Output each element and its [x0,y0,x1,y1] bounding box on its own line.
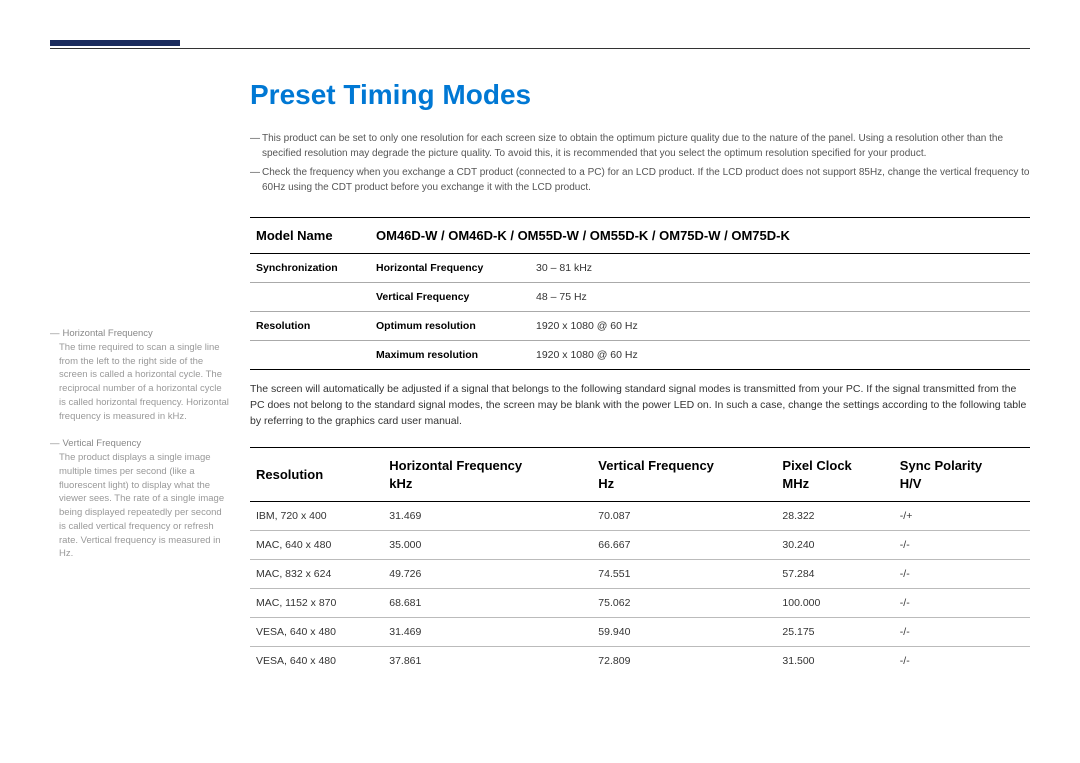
sidebar-hf-note: ―Horizontal Frequency The time required … [50,327,230,423]
spec-row: Synchronization Horizontal Frequency 30 … [250,254,1030,283]
table-row: MAC, 1152 x 87068.68175.062100.000-/- [250,589,1030,618]
dash-icon: ― [250,165,262,195]
maxres-label: Maximum resolution [370,341,530,370]
table-cell: 74.551 [592,560,776,589]
dash-icon: ― [50,328,60,339]
table-cell: 75.062 [592,589,776,618]
sidebar-vf-title: Vertical Frequency [63,438,142,449]
model-name-value: OM46D-W / OM46D-K / OM55D-W / OM55D-K / … [370,218,1030,254]
header-rule [50,48,1030,49]
table-cell: 31.469 [383,618,592,647]
table-cell: 57.284 [776,560,893,589]
table-cell: 35.000 [383,531,592,560]
table-cell: 30.240 [776,531,893,560]
hfreq-label: Horizontal Frequency [370,254,530,283]
timing-header-row: Resolution Horizontal FrequencykHz Verti… [250,448,1030,502]
spec-table: Model Name OM46D-W / OM46D-K / OM55D-W /… [250,217,1030,370]
vfreq-label: Vertical Frequency [370,283,530,312]
spec-row: Vertical Frequency 48 – 75 Hz [250,283,1030,312]
vfreq-value: 48 – 75 Hz [530,283,1030,312]
optres-label: Optimum resolution [370,312,530,341]
note-item: ― Check the frequency when you exchange … [250,165,1030,195]
table-cell: VESA, 640 x 480 [250,618,383,647]
th-sync: Sync PolarityH/V [894,448,1030,502]
table-cell: -/- [894,560,1030,589]
blank-cell [250,283,370,312]
table-cell: -/- [894,589,1030,618]
table-cell: VESA, 640 x 480 [250,647,383,676]
table-cell: 66.667 [592,531,776,560]
note-text: Check the frequency when you exchange a … [262,165,1030,195]
hfreq-value: 30 – 81 kHz [530,254,1030,283]
note-item: ― This product can be set to only one re… [250,131,1030,161]
page-content: ―Horizontal Frequency The time required … [50,79,1030,675]
table-cell: 68.681 [383,589,592,618]
table-cell: IBM, 720 x 400 [250,502,383,531]
optres-value: 1920 x 1080 @ 60 Hz [530,312,1030,341]
sidebar-hf-body: The time required to scan a single line … [50,341,230,424]
dash-icon: ― [250,131,262,161]
main-content: Preset Timing Modes ― This product can b… [250,79,1030,675]
table-cell: -/+ [894,502,1030,531]
spec-row: Resolution Optimum resolution 1920 x 108… [250,312,1030,341]
res-label: Resolution [250,312,370,341]
th-vfreq: Vertical FrequencyHz [592,448,776,502]
dash-icon: ― [50,438,60,449]
page-title: Preset Timing Modes [250,79,1030,111]
table-row: MAC, 640 x 48035.00066.66730.240-/- [250,531,1030,560]
sidebar-vf-body: The product displays a single image mult… [50,451,230,561]
sidebar-notes: ―Horizontal Frequency The time required … [50,79,230,675]
maxres-value: 1920 x 1080 @ 60 Hz [530,341,1030,370]
table-cell: MAC, 640 x 480 [250,531,383,560]
th-pclk: Pixel ClockMHz [776,448,893,502]
model-name-label: Model Name [250,218,370,254]
table-cell: MAC, 1152 x 870 [250,589,383,618]
table-cell: -/- [894,647,1030,676]
th-resolution: Resolution [250,448,383,502]
table-cell: -/- [894,618,1030,647]
table-cell: 72.809 [592,647,776,676]
table-cell: 59.940 [592,618,776,647]
spec-header-row: Model Name OM46D-W / OM46D-K / OM55D-W /… [250,218,1030,254]
mid-description: The screen will automatically be adjuste… [250,382,1030,429]
timing-table: Resolution Horizontal FrequencykHz Verti… [250,447,1030,675]
table-row: VESA, 640 x 48031.46959.94025.175-/- [250,618,1030,647]
sidebar-vf-note: ―Vertical Frequency The product displays… [50,437,230,561]
note-text: This product can be set to only one reso… [262,131,1030,161]
th-hfreq: Horizontal FrequencykHz [383,448,592,502]
note-list: ― This product can be set to only one re… [250,131,1030,195]
table-cell: 49.726 [383,560,592,589]
table-cell: 28.322 [776,502,893,531]
table-cell: 25.175 [776,618,893,647]
header-accent-bar [50,40,180,46]
table-cell: 31.469 [383,502,592,531]
sidebar-hf-title: Horizontal Frequency [63,328,153,339]
table-cell: MAC, 832 x 624 [250,560,383,589]
table-cell: 70.087 [592,502,776,531]
blank-cell [250,341,370,370]
table-cell: -/- [894,531,1030,560]
table-cell: 37.861 [383,647,592,676]
table-row: MAC, 832 x 62449.72674.55157.284-/- [250,560,1030,589]
table-row: VESA, 640 x 48037.86172.80931.500-/- [250,647,1030,676]
table-cell: 31.500 [776,647,893,676]
spec-row: Maximum resolution 1920 x 1080 @ 60 Hz [250,341,1030,370]
table-row: IBM, 720 x 40031.46970.08728.322-/+ [250,502,1030,531]
table-cell: 100.000 [776,589,893,618]
sync-label: Synchronization [250,254,370,283]
